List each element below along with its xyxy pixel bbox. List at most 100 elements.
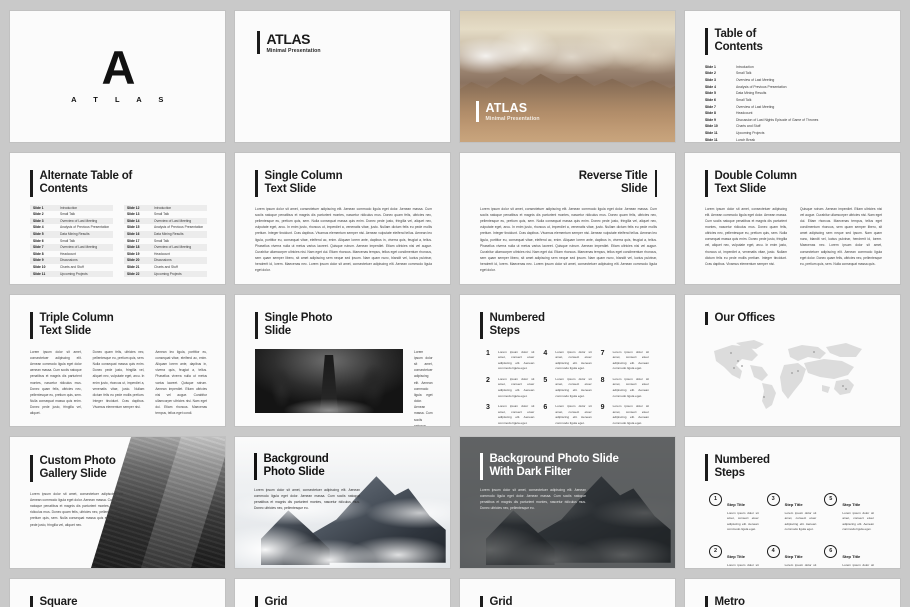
toc-slide-label: Headcount (736, 111, 753, 116)
slide-title-line1: Double Column (714, 170, 798, 182)
slide-thumb-grid-gallery-alt[interactable]: Grid Gallery Slide (460, 579, 675, 607)
slide-thumb-single-photo[interactable]: Single Photo Slide Lorem ipsum dolor sit… (235, 295, 450, 426)
toc-slide-number: Slide 2 (33, 212, 44, 217)
slide-thumb-square-gallery[interactable]: Square Gallery Slide (10, 579, 225, 607)
slide-thumb-background-photo[interactable]: Background Photo Slide Lorem ipsum dolor… (235, 437, 450, 568)
slide-deck-grid: A A T L A S ATLAS Minimal Presentation A… (0, 0, 910, 607)
text-column: Custom Photo Gallery Slide Lorem ipsum d… (10, 437, 130, 528)
slide-thumb-our-offices-map[interactable]: Our Offices (685, 295, 900, 426)
toc-slide-number: Slide 3 (33, 218, 44, 223)
slide-thumb-grid-gallery[interactable]: Grid Gallery Slide (235, 579, 450, 607)
slide-thumb-metro-gallery[interactable]: Metro Gallery Slide PhotoTitlePhotoTitle… (685, 579, 900, 607)
slide-title: ATLAS (266, 31, 311, 47)
toc-slide-number: Slide 9 (33, 258, 44, 263)
toc-slide-label: Discussions (154, 258, 172, 263)
slide-thumb-custom-photo-gallery[interactable]: Custom Photo Gallery Slide Lorem ipsum d… (10, 437, 225, 568)
slide-thumb-background-photo-dark[interactable]: Background Photo Slide With Dark Filter … (460, 437, 675, 568)
step-item: 1 Lorem ipsum dolor sit amet, consect etu… (486, 350, 534, 372)
slide-thumb-numbered-steps-nine[interactable]: Numbered Steps 1 Lorem ipsum dolor sit am… (460, 295, 675, 426)
slide-title-line2: With Dark Filter (489, 466, 572, 479)
slide-title-line2: Text Slide (714, 183, 767, 196)
toc-slide-label: Small Talk (60, 238, 75, 243)
title-block: Triple Column Text Slide (30, 312, 207, 339)
alt-toc-entry: Slide 8 Headcount (30, 251, 113, 258)
step-heading: Step Title (842, 553, 861, 559)
toc-entry: Slide 2 Small Talk (705, 70, 882, 77)
circled-step-item: 4 Step Title Lorem ipsum dolor sit amet, c… (766, 544, 816, 568)
toc-slide-label: Overview of Last Meeting (154, 245, 192, 250)
toc-entry: Slide 6 Small Talk (705, 97, 882, 104)
two-column-body: Lorem ipsum dolor sit amet, consectetuer… (705, 206, 882, 267)
toc-slide-label: Data Mining Results (154, 232, 184, 237)
accent-bar (30, 596, 33, 607)
slide-title-line1: Single Column (264, 170, 343, 182)
toc-slide-number: Slide 22 (127, 271, 140, 276)
toc-slide-number: Slide 4 (33, 225, 44, 230)
toc-slide-label: Overview of Last Meeting (60, 218, 98, 223)
slide-title: Our Offices (714, 312, 776, 324)
slide-title-line1: Custom Photo (39, 455, 116, 467)
slide-title-line1: Grid (489, 596, 513, 607)
body-paragraph: Lorem ipsum dolor sit amet, consectetuer… (254, 487, 360, 511)
toc-entry: Slide 10 Charts and Stuff (705, 123, 882, 130)
toc-entry: Slide 3 Overview of Last Meeting (705, 77, 882, 84)
step-number-circle: 2 (709, 544, 722, 558)
alt-toc-entry: Slide 14 Overview of Last Meeting (124, 217, 207, 225)
step-text: Lorem ipsum dolor sit amet, consect etue… (612, 376, 649, 398)
step-item: 3 Lorem ipsum dolor sit amet, consect etu… (486, 404, 534, 426)
step-text: Lorem ipsum dolor sit amet, consect etue… (555, 404, 592, 425)
slide-thumb-numbered-steps-six[interactable]: Numbered Steps 1 Step Title Lorem ipsum do… (685, 437, 900, 568)
toc-slide-number: Slide 11 (705, 137, 718, 142)
alt-toc-entry: Slide 10 Charts and Stuff (30, 264, 113, 271)
steps-grid: 1 Lorem ipsum dolor sit amet, consect etu… (480, 350, 657, 426)
toc-list: Slide 1 Introduction Slide 2 Small Talk Slid… (705, 64, 882, 142)
toc-entry: Slide 7 Overview of Last Meeting (705, 104, 882, 111)
step-text: Lorem ipsum dolor sit amet, consect etue… (727, 562, 759, 567)
alt-toc-entry: Slide 4 Analysis of Previous Presentation (30, 224, 113, 231)
slide-title-line1: Metro (714, 596, 746, 607)
step-number: 8 (600, 376, 605, 384)
toc-slide-label: Data Mining Results (60, 232, 90, 237)
slide-thumb-single-column-text[interactable]: Single Column Text Slide Lorem ipsum dol… (235, 153, 450, 284)
world-map-icon (713, 340, 862, 410)
title-block: Background Photo Slide With Dark Filter (480, 453, 675, 480)
slide-title-line2: Steps (714, 467, 746, 480)
slide-title-line1: Square (39, 596, 78, 607)
toc-slide-label: Analysis of Previous Presentation (154, 225, 204, 230)
slide-thumb-hero-photo[interactable]: ATLAS Minimal Presentation (460, 11, 675, 142)
slide-thumb-alternate-toc[interactable]: Alternate Table of Contents Slide 1 Intro… (10, 153, 225, 284)
title-block: ATLAS Minimal Presentation (257, 31, 450, 55)
world-map (705, 335, 882, 415)
slide-thumb-triple-column-text[interactable]: Triple Column Text Slide Lorem ipsum dol… (10, 295, 225, 426)
hero-title-block: ATLAS Minimal Presentation (476, 100, 540, 122)
title-block: Single Photo Slide (255, 312, 432, 339)
slide-title-line1: Numbered (714, 454, 770, 466)
title-block: Grid Gallery Slide (255, 596, 432, 607)
step-item: 4 Lorem ipsum dolor sit amet, consect etu… (543, 350, 591, 372)
slide-thumb-logo[interactable]: A A T L A S (10, 11, 225, 142)
slide-title-line1: Alternate Table of (39, 170, 133, 182)
accent-bar (255, 170, 258, 197)
alt-toc-entry: Slide 1 Introduction (30, 204, 113, 212)
toc-entry: Slide 5 Data Mining Results (705, 90, 882, 97)
alt-toc-entry: Slide 7 Overview of Last Meeting (30, 244, 113, 251)
step-text: Lorem ipsum dolor sit amet, consect etue… (498, 376, 535, 398)
slide-thumb-title[interactable]: ATLAS Minimal Presentation (235, 11, 450, 142)
title-block: Numbered Steps (705, 454, 882, 481)
toc-slide-number: Slide 17 (127, 238, 140, 243)
toc-slide-label: Overview of Last Meeting (154, 218, 192, 223)
slide-thumb-reverse-title[interactable]: Reverse Title Slide Lorem ipsum dolor si… (460, 153, 675, 284)
title-block: Metro Gallery Slide (705, 596, 882, 607)
alt-toc-entry: Slide 6 Small Talk (30, 238, 113, 245)
accent-bar (654, 170, 657, 197)
toc-slide-number: Slide 4 (705, 84, 716, 89)
slide-thumb-table-of-contents[interactable]: Table of Contents Slide 1 Introduction Sli… (685, 11, 900, 142)
toc-slide-number: Slide 11 (705, 131, 718, 136)
accent-bar (480, 312, 483, 339)
toc-slide-number: Slide 6 (33, 238, 44, 243)
alt-toc-entry: Slide 15 Analysis of Previous Presentatio… (124, 224, 207, 231)
slide-thumb-double-column-text[interactable]: Double Column Text Slide Lorem ipsum dol… (685, 153, 900, 284)
toc-slide-label: Data Mining Results (736, 91, 767, 96)
title-block: Our Offices (705, 312, 882, 326)
title-block: Numbered Steps (480, 312, 657, 339)
